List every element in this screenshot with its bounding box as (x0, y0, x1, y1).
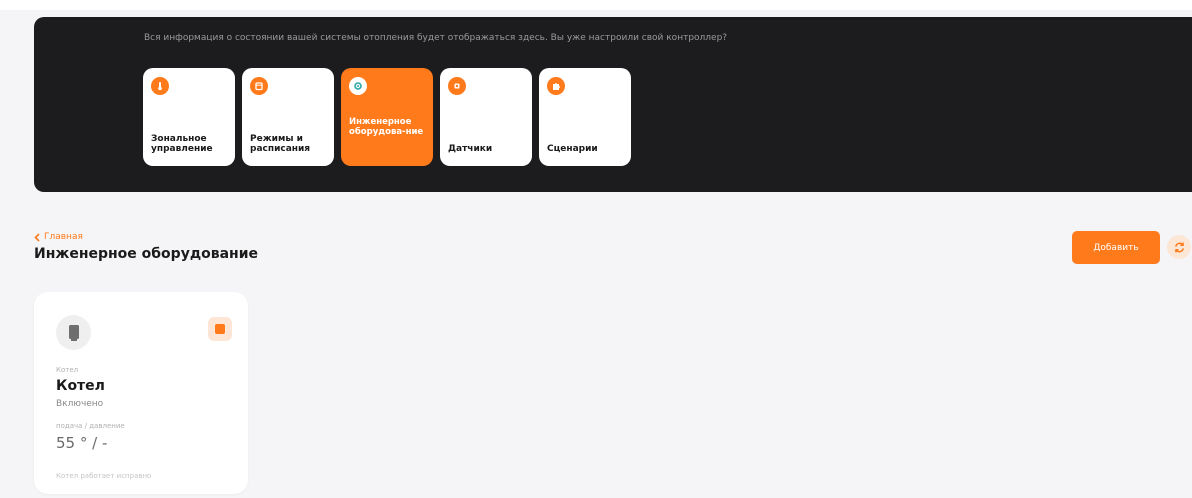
device-name: Котел (56, 378, 105, 394)
tile-modes-schedules[interactable]: Режимы и расписания (242, 68, 334, 166)
gear-icon (349, 77, 367, 95)
tile-engineering-equipment[interactable]: Инженерное оборудова-ние (341, 68, 433, 166)
tile-zonal-control[interactable]: Зональное управление (143, 68, 235, 166)
add-button[interactable]: Добавить (1072, 231, 1160, 264)
metric-label: подача / давление (56, 422, 125, 430)
thermometer-icon (151, 77, 169, 95)
info-banner: Вся информация о состоянии вашей системы… (34, 17, 1192, 192)
category-tiles: Зональное управление Режимы и расписания… (143, 68, 631, 166)
device-status: Включено (56, 399, 104, 409)
menu-icon (215, 324, 225, 334)
tile-label: Сценарии (547, 144, 598, 154)
tile-label: Датчики (448, 144, 493, 154)
puzzle-icon (547, 77, 565, 95)
breadcrumb-label: Главная (44, 232, 83, 242)
chevron-left-icon (34, 232, 40, 242)
tile-scenarios[interactable]: Сценарии (539, 68, 631, 166)
device-card[interactable]: Котел Котел Включено подача / давление 5… (34, 292, 248, 494)
tile-sensors[interactable]: Датчики (440, 68, 532, 166)
tile-label: Зональное управление (151, 134, 213, 154)
tile-label: Инженерное оборудова-ние (349, 117, 424, 137)
sensor-icon (448, 77, 466, 95)
tile-label: Режимы и расписания (250, 134, 311, 154)
device-menu-button[interactable] (208, 317, 232, 341)
banner-text: Вся информация о состоянии вашей системы… (144, 33, 728, 43)
metric-value: 55 ° / - (56, 434, 108, 452)
page-title: Инженерное оборудование (34, 246, 259, 262)
top-strip (0, 0, 1192, 10)
boiler-icon (56, 315, 91, 350)
device-type: Котел (56, 366, 79, 374)
device-note: Котел работает исправно (56, 472, 152, 480)
refresh-button[interactable] (1167, 235, 1191, 259)
breadcrumb-back[interactable]: Главная (34, 232, 83, 242)
refresh-icon (1174, 242, 1184, 252)
calendar-icon (250, 77, 268, 95)
